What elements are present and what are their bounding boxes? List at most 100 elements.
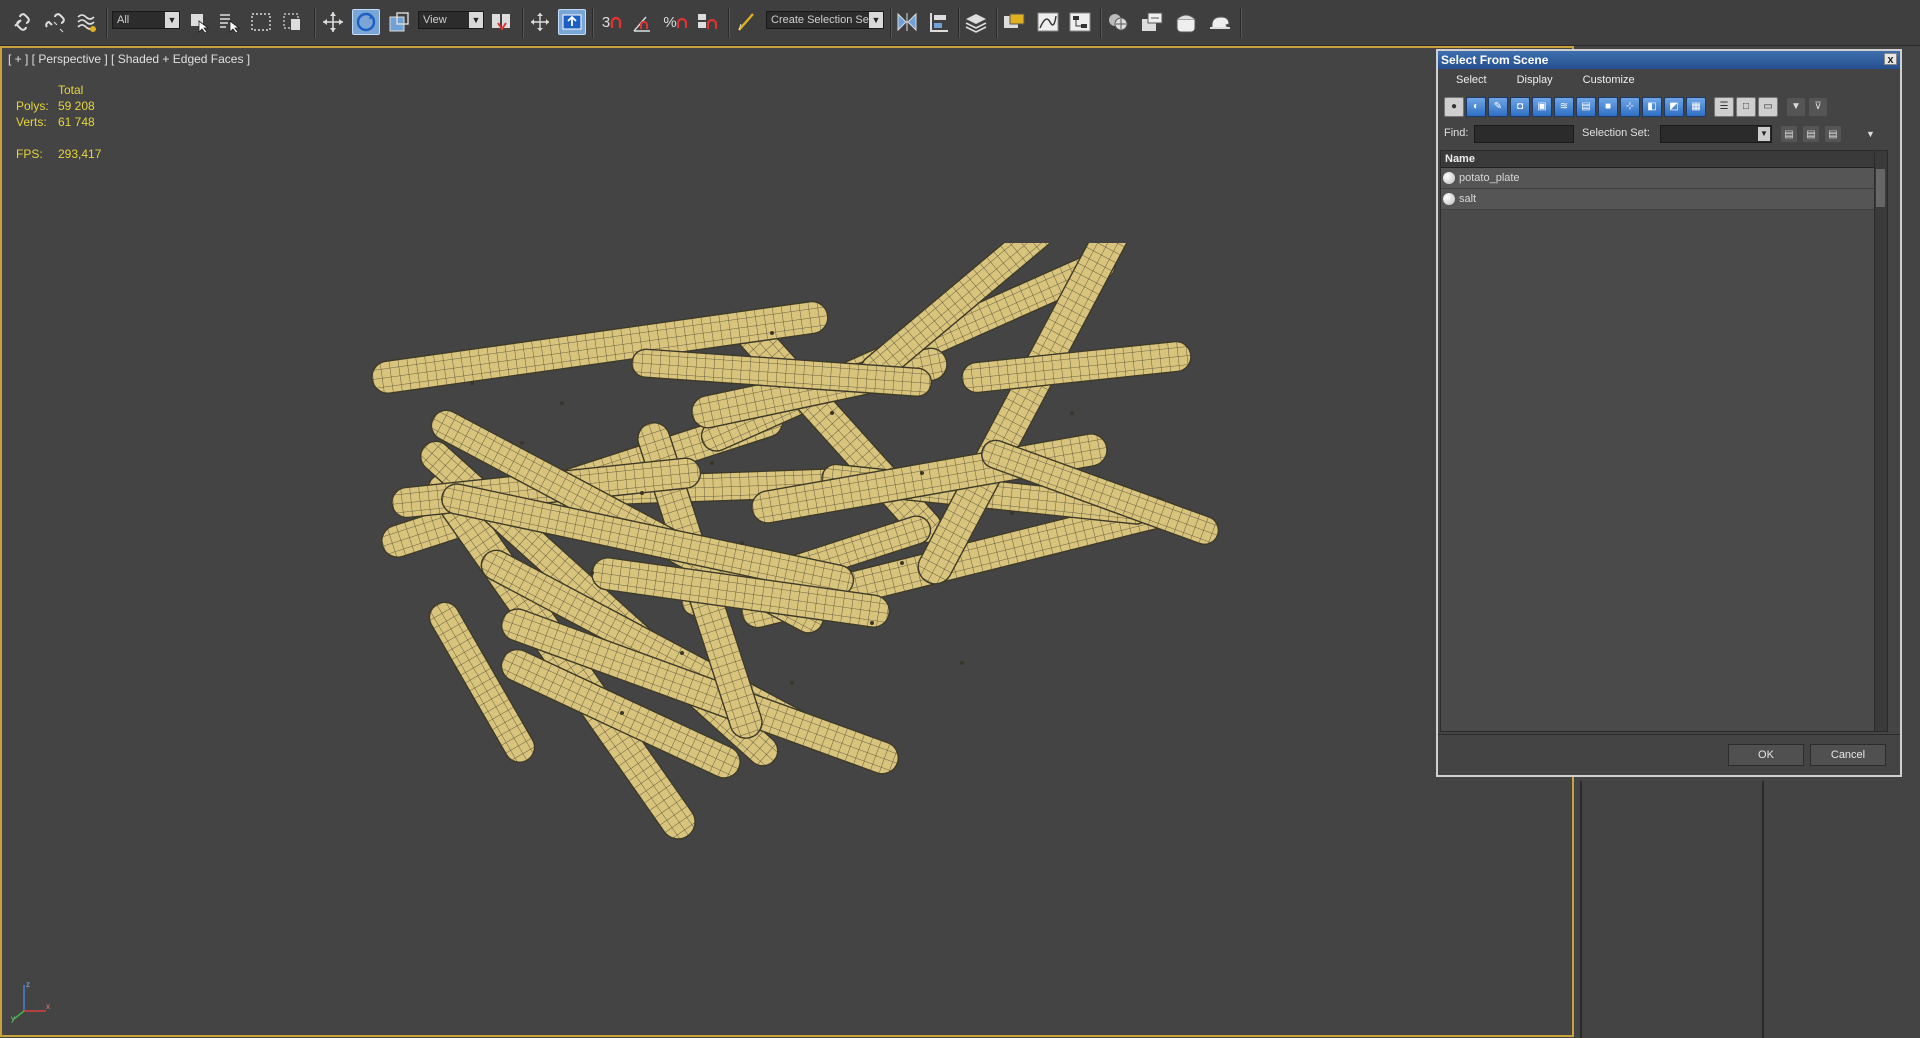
polys-label: Polys: — [16, 99, 49, 113]
edit-named-selection-icon[interactable] — [734, 9, 760, 35]
find-row: Find: Selection Set: ▼ ▤ ▤ ▤ ▼ — [1438, 123, 1900, 145]
selection-filter-dropdown[interactable]: All ▼ — [112, 11, 180, 29]
list-item[interactable]: potato_plate — [1441, 168, 1877, 189]
toolbar-overflow-icon[interactable]: ▼ — [1866, 129, 1875, 139]
select-object-icon[interactable] — [186, 9, 212, 35]
menu-customize[interactable]: Customize — [1565, 69, 1647, 91]
select-manipulate-icon[interactable] — [526, 9, 554, 35]
bind-spacewarp-icon[interactable] — [74, 9, 100, 35]
reference-coordinate-dropdown[interactable]: View ▼ — [418, 11, 484, 29]
close-icon[interactable]: x — [1884, 53, 1897, 66]
schematic-view-icon[interactable] — [1066, 9, 1094, 35]
verts-value: 61 748 — [58, 115, 95, 129]
display-hidden-icon[interactable]: ▦ — [1686, 97, 1706, 117]
axis-tripod-icon: z x y — [11, 980, 50, 1023]
axis-z-label: z — [26, 980, 30, 989]
named-selection-sets-value: Create Selection Se — [771, 14, 869, 26]
cancel-button[interactable]: Cancel — [1810, 744, 1886, 766]
material-editor-icon[interactable] — [1104, 9, 1132, 35]
filter-icon[interactable]: ▼ — [1786, 97, 1806, 117]
fries-mesh[interactable] — [312, 243, 1232, 843]
scene-explorer-icon[interactable] — [1000, 9, 1028, 35]
display-helpers-icon[interactable]: ▣ — [1532, 97, 1552, 117]
dialog-title-bar[interactable]: Select From Scene x — [1438, 51, 1900, 69]
selection-set-label: Selection Set: — [1582, 127, 1650, 139]
verts-label: Verts: — [16, 115, 47, 129]
list-scrollbar[interactable] — [1874, 151, 1887, 731]
display-none-icon[interactable]: □ — [1736, 97, 1756, 117]
find-label: Find: — [1444, 127, 1469, 139]
menu-select[interactable]: Select — [1438, 69, 1499, 91]
spinner-snap-icon[interactable] — [694, 9, 720, 35]
render-setup-icon[interactable] — [1138, 9, 1166, 35]
mirror-icon[interactable] — [894, 9, 920, 35]
render-production-icon[interactable] — [1206, 9, 1234, 35]
display-invert-icon[interactable]: ▭ — [1758, 97, 1778, 117]
percent-snap-icon[interactable]: % — [662, 9, 688, 35]
rectangular-selection-icon[interactable] — [248, 9, 274, 35]
named-selection-sets-dropdown[interactable]: Create Selection Se ▼ — [766, 11, 884, 29]
scrollbar-thumb[interactable] — [1876, 169, 1885, 207]
rotate-icon[interactable] — [352, 9, 380, 35]
display-containers-icon[interactable]: ◧ — [1642, 97, 1662, 117]
geometry-sphere-icon — [1443, 193, 1455, 205]
menu-display[interactable]: Display — [1499, 69, 1565, 91]
display-all-icon[interactable]: ☰ — [1714, 97, 1734, 117]
angle-snap-icon[interactable] — [630, 9, 656, 35]
statistics-overlay: Total Polys: 59 208 Verts: 61 748 FPS: 293,… — [16, 82, 101, 162]
display-lights-icon[interactable]: ✎ — [1488, 97, 1508, 117]
display-shapes-icon[interactable]: ◐ — [1466, 97, 1486, 117]
select-from-scene-dialog: Select From Scene x Select Display Custo… — [1436, 49, 1902, 777]
pivot-center-icon[interactable] — [488, 9, 516, 35]
fps-value: 293,417 — [58, 147, 102, 161]
display-spacewarps-icon[interactable]: ≋ — [1554, 97, 1574, 117]
snaps-toggle-icon[interactable]: 3 — [598, 9, 626, 35]
create-selection-set-icon[interactable]: ▤ — [1780, 125, 1798, 143]
list-item[interactable]: salt — [1441, 189, 1877, 210]
dialog-button-bar: OK Cancel — [1438, 734, 1900, 776]
display-bones-icon[interactable]: ⊹ — [1620, 97, 1640, 117]
column-header-label: Name — [1445, 153, 1475, 165]
panel-divider — [1580, 781, 1582, 1038]
selection-filter-value: All — [117, 14, 130, 26]
reference-coordinate-value: View — [423, 14, 447, 26]
percent-snap-label: % — [663, 13, 677, 31]
axis-y-label: y — [11, 1014, 15, 1023]
align-icon[interactable] — [926, 9, 952, 35]
viewport-label[interactable]: [ + ] [ Perspective ] [ Shaded + Edged F… — [8, 52, 250, 66]
remove-from-selection-set-icon[interactable]: ▤ — [1824, 125, 1842, 143]
display-cameras-icon[interactable]: ◘ — [1510, 97, 1530, 117]
column-header-name[interactable]: Name / — [1441, 151, 1887, 168]
list-item-name: potato_plate — [1459, 172, 1520, 184]
fps-label: FPS: — [16, 147, 43, 161]
add-to-selection-set-icon[interactable]: ▤ — [1802, 125, 1820, 143]
ok-button[interactable]: OK — [1728, 744, 1804, 766]
move-icon[interactable] — [320, 9, 346, 35]
display-frozen-icon[interactable]: ◩ — [1664, 97, 1684, 117]
filter-options-icon[interactable]: ⊽ — [1808, 97, 1828, 117]
find-input[interactable] — [1474, 125, 1574, 143]
scene-object-list: Name / potato_plate salt — [1440, 150, 1888, 732]
window-crossing-icon[interactable] — [280, 9, 306, 35]
display-groups-icon[interactable]: ▤ — [1576, 97, 1596, 117]
snaps-toggle-label: 3 — [601, 13, 611, 31]
display-geometry-icon[interactable]: ● — [1444, 97, 1464, 117]
panel-divider — [1762, 781, 1764, 1038]
link-icon[interactable] — [10, 9, 36, 35]
curve-editor-icon[interactable] — [1034, 9, 1062, 35]
unlink-icon[interactable] — [42, 9, 68, 35]
polys-value: 59 208 — [58, 99, 95, 113]
select-by-name-icon[interactable] — [216, 9, 242, 35]
layer-manager-icon[interactable] — [962, 9, 990, 35]
perspective-viewport[interactable]: [ + ] [ Perspective ] [ Shaded + Edged F… — [0, 46, 1574, 1037]
dialog-menu-bar: Select Display Customize — [1438, 69, 1900, 91]
dialog-title: Select From Scene — [1441, 53, 1549, 67]
scale-icon[interactable] — [386, 9, 412, 35]
chevron-down-icon: ▼ — [165, 12, 179, 28]
rendered-frame-window-icon[interactable] — [1172, 9, 1200, 35]
list-item-name: salt — [1459, 193, 1477, 205]
chevron-down-icon: ▼ — [469, 12, 483, 28]
display-xrefs-icon[interactable]: ■ — [1598, 97, 1618, 117]
selection-set-dropdown[interactable]: ▼ — [1660, 125, 1772, 143]
keyboard-shortcut-override-icon[interactable] — [558, 9, 586, 35]
